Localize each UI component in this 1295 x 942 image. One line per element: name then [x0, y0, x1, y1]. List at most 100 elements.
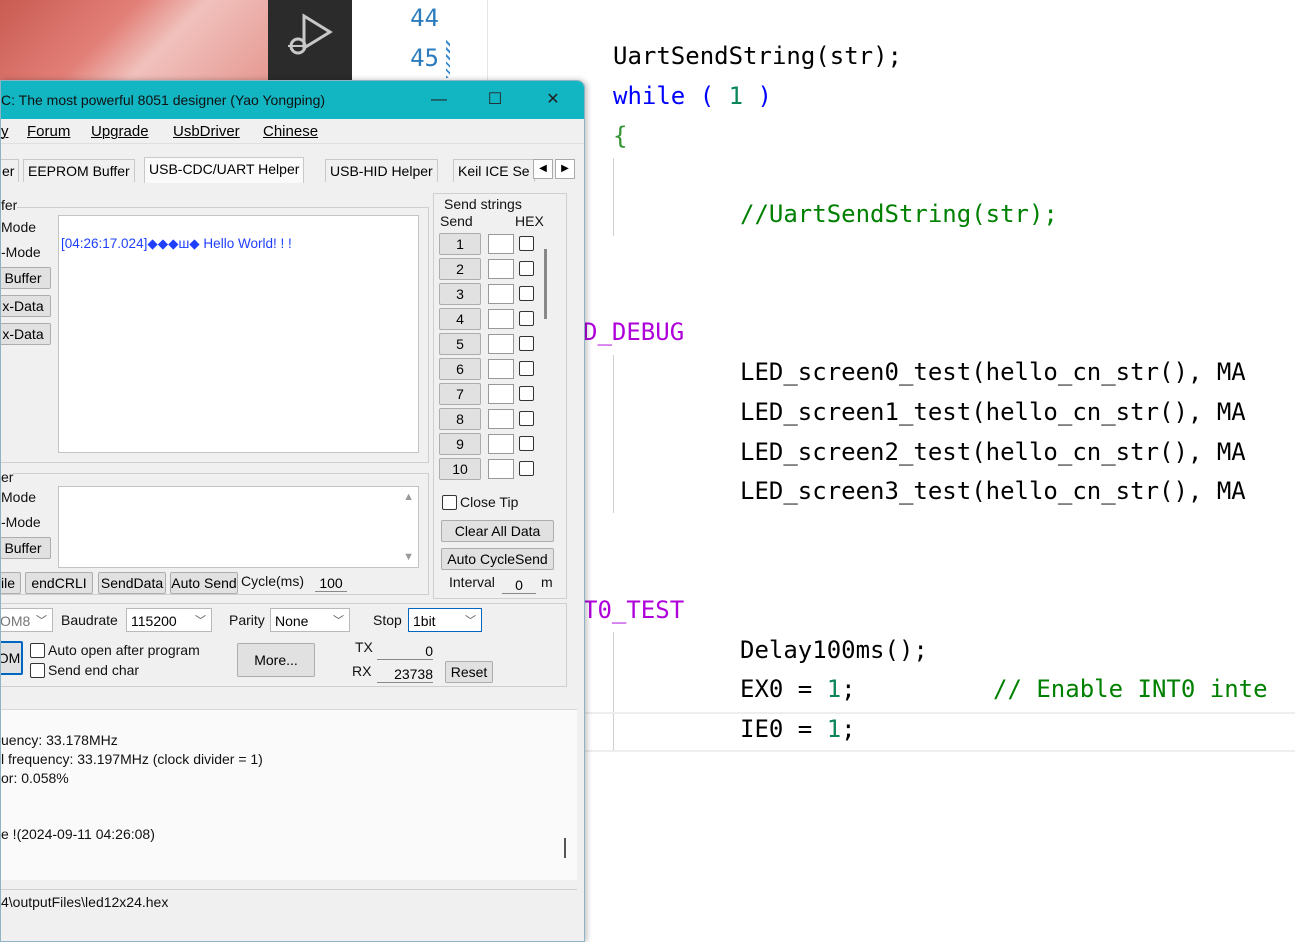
minimize-icon[interactable]: — — [425, 87, 453, 113]
send-column-label: Send — [440, 213, 473, 229]
close-tip-checkbox[interactable] — [442, 495, 457, 510]
tab-usb-hid-helper[interactable]: USB-HID Helper — [325, 159, 438, 182]
send-group-label: er — [1, 469, 14, 485]
send-string-button[interactable]: 3 — [439, 283, 481, 305]
hex-file-path: 4\outputFiles\led12x24.hex — [1, 889, 577, 914]
send-string-input[interactable] — [488, 409, 514, 429]
menu-item[interactable]: y — [1, 123, 9, 140]
receive-group-label: fer — [1, 197, 18, 213]
hex-checkbox[interactable] — [519, 261, 534, 276]
hex-checkbox[interactable] — [519, 286, 534, 301]
send-string-button[interactable]: 2 — [439, 258, 481, 280]
send-crlf-button[interactable]: endCRLI — [25, 572, 93, 594]
preprocessor-macro: D_DEBUG — [583, 318, 685, 346]
hex-checkbox[interactable] — [519, 461, 534, 476]
save-rx-data-button[interactable]: x-Data — [1, 295, 51, 317]
send-end-char-label: Send end char — [48, 662, 140, 678]
auto-cycle-send-button[interactable]: Auto CycleSend — [441, 548, 554, 570]
menu-item-forum[interactable]: Forum — [27, 123, 70, 140]
receive-mode-text[interactable]: Mode — [1, 219, 36, 235]
stop-bits-select[interactable]: 1bit ﹀ — [408, 608, 482, 632]
parity-label: Parity — [229, 612, 265, 628]
hex-checkbox[interactable] — [519, 411, 534, 426]
run-debug-icon[interactable] — [268, 0, 352, 80]
cycle-label: Cycle(ms) — [241, 573, 304, 589]
scroll-down-icon[interactable]: ▼ — [403, 551, 414, 563]
log-line: e !(2024-09-11 04:26:08) — [1, 826, 155, 842]
log-line: or: 0.058% — [1, 770, 69, 786]
send-strings-scrollbar[interactable] — [544, 249, 547, 319]
more-button[interactable]: More... — [237, 643, 315, 677]
tab-keil-ice[interactable]: Keil ICE Se — [453, 159, 535, 182]
window-titlebar[interactable]: C: The most powerful 8051 designer (Yao … — [1, 81, 584, 119]
open-com-button[interactable]: OM — [1, 641, 23, 675]
maximize-icon[interactable]: ☐ — [481, 87, 509, 113]
code-line: LED_screen2_test(hello_cn_str(), MA — [740, 438, 1246, 466]
send-string-input[interactable] — [488, 384, 514, 404]
send-string-button[interactable]: 4 — [439, 308, 481, 330]
receive-mode-hex[interactable]: -Mode — [1, 244, 41, 260]
hex-checkbox[interactable] — [519, 336, 534, 351]
auto-send-button[interactable]: Auto Send — [170, 572, 238, 594]
send-string-input[interactable] — [488, 309, 514, 329]
com-port-select[interactable]: OM8 ﹀ — [1, 608, 53, 632]
send-string-input[interactable] — [488, 234, 514, 254]
open-file-button[interactable]: ile — [1, 572, 21, 594]
send-string-input[interactable] — [488, 434, 514, 454]
tab-scroll-right-icon[interactable]: ▶ — [555, 159, 575, 179]
preprocessor-macro: T0_TEST — [583, 596, 685, 624]
reset-button[interactable]: Reset — [445, 661, 493, 683]
tab-eeprom-buffer[interactable]: EEPROM Buffer — [23, 159, 135, 182]
send-string-button[interactable]: 9 — [439, 433, 481, 455]
send-mode-text[interactable]: Mode — [1, 489, 36, 505]
close-icon[interactable]: ✕ — [539, 87, 567, 113]
clear-receive-buffer-button[interactable]: Buffer — [1, 267, 51, 289]
scroll-up-icon[interactable]: ▲ — [403, 491, 414, 503]
send-data-button[interactable]: SendData — [98, 572, 166, 594]
send-string-button[interactable]: 10 — [439, 458, 481, 480]
send-mode-hex[interactable]: -Mode — [1, 514, 41, 530]
send-string-input[interactable] — [488, 259, 514, 279]
hex-checkbox[interactable] — [519, 311, 534, 326]
menu-item-usbdriver[interactable]: UsbDriver — [173, 123, 240, 140]
send-string-input[interactable] — [488, 284, 514, 304]
receive-textarea[interactable]: [04:26:17.024]◆◆◆ш◆ Hello World! ! ! — [58, 215, 419, 453]
send-string-button[interactable]: 1 — [439, 233, 481, 255]
parity-select[interactable]: None ﹀ — [270, 608, 350, 632]
hex-checkbox[interactable] — [519, 386, 534, 401]
menu-item-chinese[interactable]: Chinese — [263, 123, 318, 140]
hex-checkbox[interactable] — [519, 436, 534, 451]
tab[interactable]: er — [1, 159, 20, 182]
tx-counter: 0 — [377, 641, 433, 660]
code-editor[interactable]: UartSendString(str); while ( 1 ) { //Uar… — [487, 0, 1295, 930]
send-string-button[interactable]: 7 — [439, 383, 481, 405]
clear-all-data-button[interactable]: Clear All Data — [441, 520, 554, 542]
close-tip-label: Close Tip — [460, 494, 519, 510]
hex-checkbox[interactable] — [519, 361, 534, 376]
code-line: { — [613, 122, 628, 150]
background-photo — [0, 0, 268, 80]
copy-rx-data-button[interactable]: x-Data — [1, 323, 51, 345]
send-string-button[interactable]: 6 — [439, 358, 481, 380]
hex-checkbox[interactable] — [519, 236, 534, 251]
cycle-input[interactable]: 100 — [315, 573, 347, 592]
send-textarea[interactable]: ▲ ▼ — [58, 486, 419, 568]
output-log[interactable]: uency: 33.178MHz l frequency: 33.197MHz … — [1, 709, 577, 880]
tab-usb-cdc-uart-helper[interactable]: USB-CDC/UART Helper — [144, 157, 305, 183]
auto-open-checkbox[interactable] — [30, 643, 45, 658]
send-string-button[interactable]: 5 — [439, 333, 481, 355]
code-comment: //UartSendString(str); — [740, 200, 1058, 228]
interval-input[interactable]: 0 — [502, 575, 536, 594]
tab-scroll-left-icon[interactable]: ◀ — [533, 159, 553, 179]
send-string-button[interactable]: 8 — [439, 408, 481, 430]
clear-send-buffer-button[interactable]: Buffer — [1, 537, 51, 559]
send-string-input[interactable] — [488, 334, 514, 354]
send-string-input[interactable] — [488, 359, 514, 379]
send-end-char-checkbox[interactable] — [30, 663, 45, 678]
log-scrollbar[interactable] — [564, 838, 566, 858]
change-marker — [446, 40, 450, 78]
send-string-input[interactable] — [488, 459, 514, 479]
window-title: C: The most powerful 8051 designer (Yao … — [1, 92, 326, 108]
menu-item-upgrade[interactable]: Upgrade — [91, 123, 149, 140]
baudrate-select[interactable]: 115200 ﹀ — [126, 608, 212, 632]
